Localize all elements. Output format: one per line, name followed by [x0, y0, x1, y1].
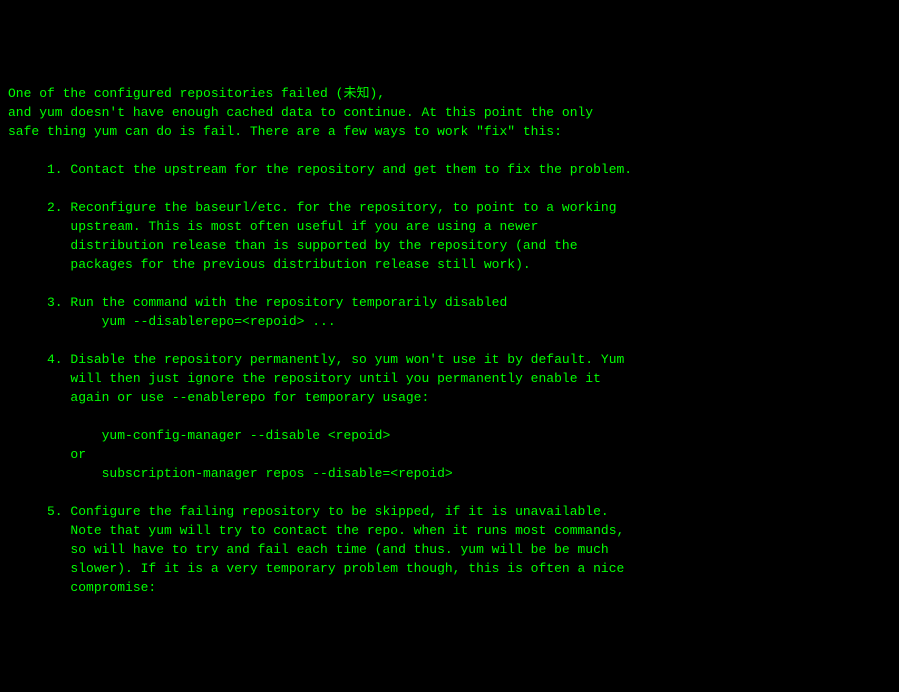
terminal-text: One of the configured repositories faile… [8, 86, 632, 595]
terminal-output: One of the configured repositories faile… [8, 84, 891, 597]
